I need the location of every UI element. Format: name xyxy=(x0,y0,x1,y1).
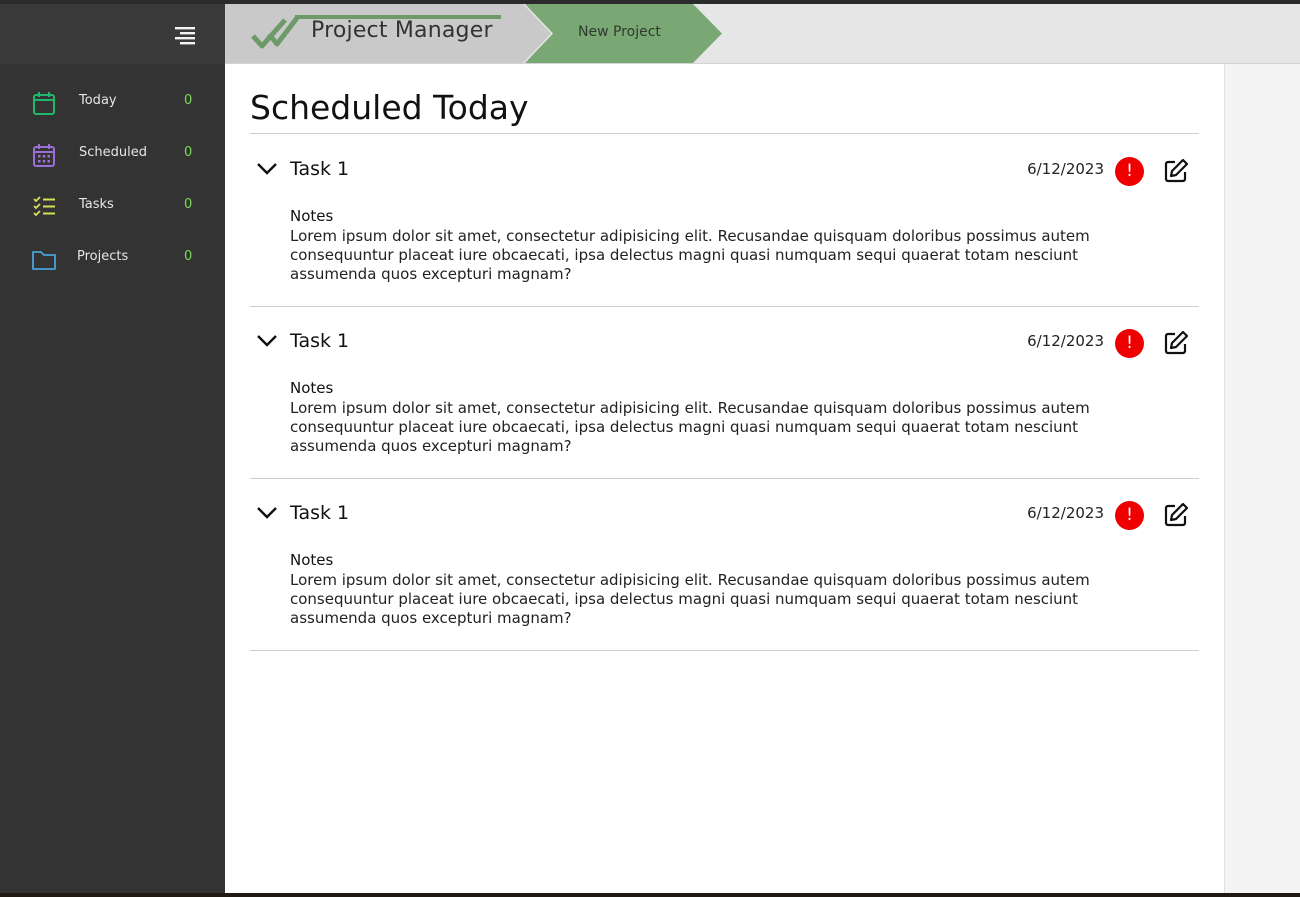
chevron-down-icon[interactable] xyxy=(256,506,278,520)
task-date: 6/12/2023 xyxy=(1027,160,1104,178)
edit-icon[interactable] xyxy=(1162,501,1190,529)
chevron-down-icon[interactable] xyxy=(256,162,278,176)
new-project-button[interactable]: New Project xyxy=(578,24,661,40)
sidebar-item-tasks[interactable]: Tasks 0 xyxy=(0,180,225,232)
priority-alert-icon: ! xyxy=(1115,157,1144,186)
task-title[interactable]: Task 1 xyxy=(290,502,349,524)
calendar-grid-icon xyxy=(33,144,55,167)
sidebar-header xyxy=(0,4,225,64)
sidebar-nav: Today 0 Scheduled 0 Tasks 0 Projects 0 xyxy=(0,76,225,284)
main-content: Scheduled Today Task 1 6/12/2023 ! Notes… xyxy=(225,64,1224,893)
notes-text: Lorem ipsum dolor sit amet, consectetur … xyxy=(290,227,1090,283)
task-date: 6/12/2023 xyxy=(1027,332,1104,350)
task-title[interactable]: Task 1 xyxy=(290,330,349,352)
app-title: Project Manager xyxy=(311,18,493,43)
edit-icon[interactable] xyxy=(1162,329,1190,357)
app-header: Project Manager New Project xyxy=(225,4,1300,64)
sidebar-item-count: 0 xyxy=(184,249,193,264)
checklist-icon xyxy=(33,196,55,217)
sidebar-item-projects[interactable]: Projects 0 xyxy=(0,232,225,284)
folder-icon xyxy=(32,251,56,270)
sidebar-item-scheduled[interactable]: Scheduled 0 xyxy=(0,128,225,180)
sidebar-item-today[interactable]: Today 0 xyxy=(0,76,225,128)
page-title: Scheduled Today xyxy=(250,88,529,127)
notes-label: Notes xyxy=(290,207,334,225)
task-title[interactable]: Task 1 xyxy=(290,158,349,180)
task-item: Task 1 6/12/2023 ! Notes Lorem ipsum dol… xyxy=(250,306,1199,479)
menu-toggle-button[interactable] xyxy=(170,22,200,48)
notes-label: Notes xyxy=(290,551,334,569)
right-panel xyxy=(1224,64,1300,893)
priority-alert-icon: ! xyxy=(1115,329,1144,358)
task-date: 6/12/2023 xyxy=(1027,504,1104,522)
sidebar-item-label: Today xyxy=(79,93,117,108)
menu-icon xyxy=(175,27,195,45)
edit-icon[interactable] xyxy=(1162,157,1190,185)
sidebar-item-label: Scheduled xyxy=(79,145,147,160)
sidebar-item-count: 0 xyxy=(184,197,193,212)
sidebar: Today 0 Scheduled 0 Tasks 0 Projects 0 xyxy=(0,4,225,893)
priority-alert-icon: ! xyxy=(1115,501,1144,530)
calendar-icon xyxy=(33,92,55,115)
notes-text: Lorem ipsum dolor sit amet, consectetur … xyxy=(290,399,1090,455)
sidebar-item-label: Projects xyxy=(77,249,129,264)
notes-label: Notes xyxy=(290,379,334,397)
task-item: Task 1 6/12/2023 ! Notes Lorem ipsum dol… xyxy=(250,478,1199,651)
sidebar-item-count: 0 xyxy=(184,93,193,108)
task-item: Task 1 6/12/2023 ! Notes Lorem ipsum dol… xyxy=(250,134,1199,307)
sidebar-item-count: 0 xyxy=(184,145,193,160)
sidebar-item-label: Tasks xyxy=(79,197,114,212)
notes-text: Lorem ipsum dolor sit amet, consectetur … xyxy=(290,571,1090,627)
chevron-down-icon[interactable] xyxy=(256,334,278,348)
